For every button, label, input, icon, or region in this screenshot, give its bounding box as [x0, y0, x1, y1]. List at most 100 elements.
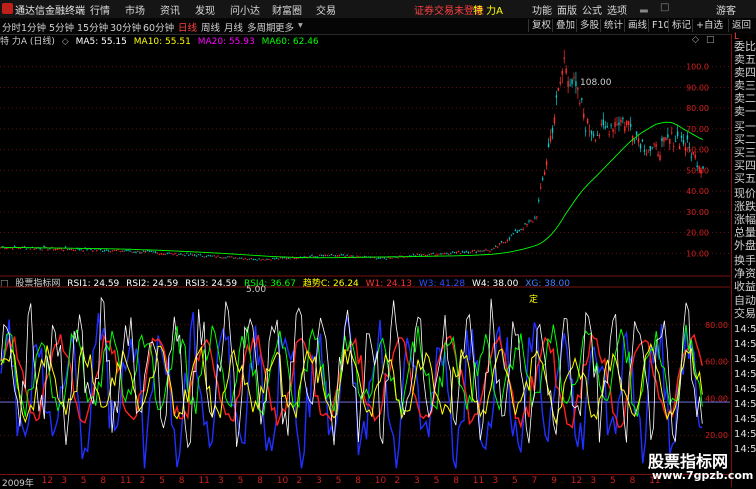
candle-body	[487, 250, 489, 251]
candle-body	[315, 256, 317, 258]
candle-body	[103, 250, 106, 252]
price-tick-label: 10.00	[686, 249, 709, 258]
date-tick-label: 7	[531, 476, 538, 486]
label-trade[interactable]: 交易	[734, 305, 756, 321]
candle-body	[663, 136, 665, 142]
candle-body	[279, 257, 282, 259]
candle-body	[444, 253, 446, 255]
candle-body	[436, 254, 438, 256]
candle-body	[551, 127, 554, 133]
chart-canvas[interactable]: 100.0 90.00 80.00 70.00 60.00 50.00 40.00 30.00…	[0, 34, 731, 474]
candle-body	[375, 258, 378, 260]
candle-body	[207, 255, 209, 257]
candle-body	[465, 251, 468, 253]
candle-body	[107, 250, 110, 252]
candle-body	[186, 252, 188, 254]
candle-body	[608, 134, 610, 136]
candle-body	[397, 257, 399, 259]
minimize-icon[interactable]: ▂	[640, 2, 648, 13]
menu-ask[interactable]: 问小达	[230, 2, 260, 17]
candle-body	[485, 249, 487, 251]
draw-button[interactable]: 画线	[624, 19, 650, 32]
period-multi[interactable]: 多周期	[247, 20, 276, 34]
candle-body	[215, 256, 217, 258]
date-tick-label: 5	[80, 476, 87, 486]
menu-wealth[interactable]: 财富圈	[272, 2, 302, 17]
candle-body	[602, 119, 605, 126]
menu-options[interactable]: 选项	[607, 2, 627, 17]
quote-side-panel: L 委比 卖五 卖四 卖三 卖二 卖一 买一 买二 买三 买四 买五 现价 涨跌…	[731, 32, 756, 487]
candle-body	[328, 255, 331, 257]
maximize-icon[interactable]: □	[660, 2, 669, 13]
period-60min[interactable]: 60分钟	[143, 20, 174, 34]
label-sell1: 卖一	[734, 105, 756, 118]
period-weekly[interactable]: 周线	[201, 20, 220, 34]
date-tick-label: 8	[355, 476, 361, 486]
date-tick-label: 2	[139, 476, 146, 486]
rsi1-line	[0, 296, 703, 449]
menu-news[interactable]: 资讯	[160, 2, 180, 17]
candle-body	[313, 256, 315, 258]
back-button[interactable]: 返回	[728, 19, 754, 32]
candle-body	[324, 254, 327, 256]
period-monthly[interactable]: 月线	[224, 20, 243, 34]
candle-body	[655, 144, 657, 147]
date-tick-label: 8	[629, 476, 636, 486]
candle-body	[473, 250, 475, 251]
candle-body	[350, 255, 352, 257]
period-daily[interactable]: 日线	[178, 20, 197, 34]
menu-function[interactable]: 功能	[532, 2, 552, 17]
time-entry: 14:56	[734, 399, 756, 410]
candle-body	[430, 253, 432, 255]
candle-body	[561, 70, 563, 75]
candle-body	[438, 253, 440, 255]
multi-stock-button[interactable]: 多股	[576, 19, 602, 32]
axis-labels: 100.0 90.00 80.00 70.00 60.00 50.00 40.00 30.00…	[686, 63, 728, 440]
date-tick-label: 2009年	[2, 479, 34, 489]
candle-body	[25, 248, 28, 250]
candle-body	[29, 248, 32, 250]
candle-body	[622, 117, 624, 120]
mark-button[interactable]: 标记	[668, 19, 694, 32]
candle-body	[19, 248, 22, 250]
add-watchlist-button[interactable]: +自选	[692, 19, 726, 32]
chevron-down-icon[interactable]: ▾	[298, 20, 303, 31]
candle-body	[379, 257, 382, 259]
candle-body	[309, 256, 311, 257]
candle-body	[74, 250, 77, 252]
candle-body	[270, 259, 272, 261]
user-label[interactable]: 游客	[716, 2, 736, 17]
candle-body	[635, 131, 638, 135]
candle-body	[250, 258, 253, 260]
period-toolbar: 分时 1分钟 5分钟 15分钟 30分钟 60分钟 日线 周线 月线 多周期 更…	[0, 18, 756, 35]
period-more[interactable]: 更多	[275, 20, 294, 34]
candle-body	[141, 252, 143, 254]
adjust-button[interactable]: 复权	[528, 19, 554, 32]
overlay-button[interactable]: 叠加	[552, 19, 578, 32]
candle-body	[467, 252, 470, 253]
candle-body	[133, 251, 135, 253]
candle-body	[166, 253, 168, 254]
candle-body	[317, 256, 319, 258]
candle-body	[72, 249, 75, 251]
date-tick-label: 9	[551, 476, 557, 486]
period-tick[interactable]: 分时	[2, 20, 21, 34]
menu-trade[interactable]: 交易	[316, 2, 336, 17]
period-5min[interactable]: 5分钟	[49, 20, 74, 34]
period-15min[interactable]: 15分钟	[77, 20, 108, 34]
period-30min[interactable]: 30分钟	[110, 20, 141, 34]
menu-discover[interactable]: 发现	[195, 2, 215, 17]
candle-body	[506, 240, 509, 242]
period-1min[interactable]: 1分钟	[21, 20, 46, 34]
menu-market[interactable]: 市场	[125, 2, 145, 17]
stats-button[interactable]: 统计	[600, 19, 626, 32]
menu-formula[interactable]: 公式	[582, 2, 602, 17]
add-watchlist-label: 自选	[703, 20, 723, 31]
menu-panel[interactable]: 面版	[557, 2, 577, 17]
price-tick-label: 30.00	[686, 208, 709, 217]
menubar: 通达信金融终端 行情 市场 资讯 发现 问小达 财富圈 交易 证券交易未登录 特…	[0, 0, 756, 19]
candle-body	[168, 252, 170, 254]
menu-quotes[interactable]: 行情	[90, 2, 110, 17]
candle-body	[377, 258, 380, 259]
candle-body	[266, 259, 268, 260]
